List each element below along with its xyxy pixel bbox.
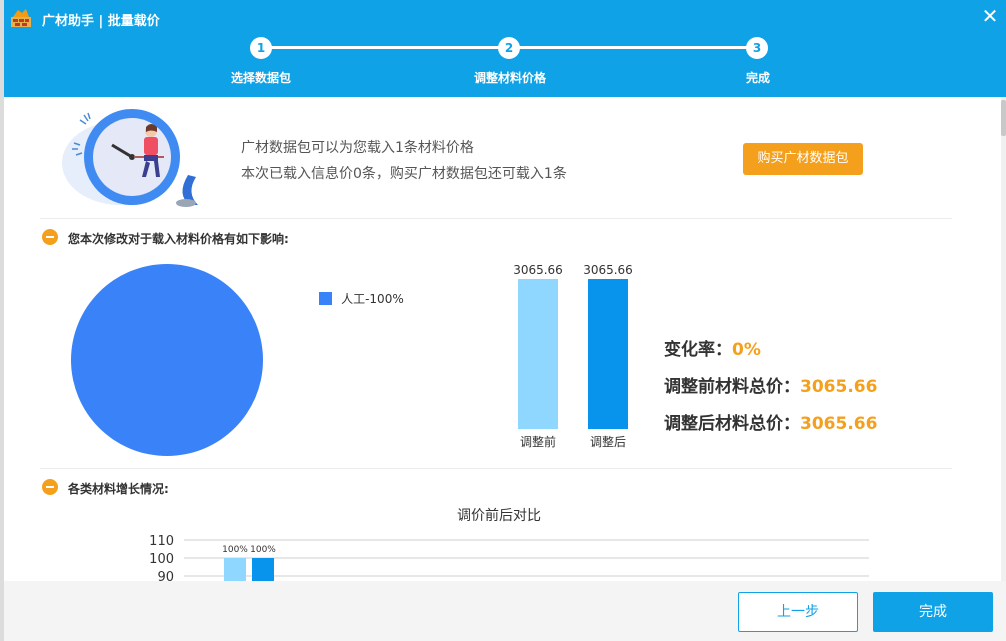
step-3-dot: 3 <box>746 37 768 59</box>
change-rate-value: 0% <box>732 340 761 360</box>
growth-y-tick-1: 110 <box>149 534 174 549</box>
pie-legend: 人工-100% <box>319 288 404 307</box>
growth-y-tick-3: 90 <box>157 570 174 581</box>
collapse-section-1-icon[interactable] <box>42 229 58 245</box>
step-3-label: 完成 <box>745 71 770 85</box>
before-total-value: 3065.66 <box>800 377 878 397</box>
compare-bar-1 <box>518 279 558 429</box>
divider-1 <box>40 218 952 219</box>
growth-bar-1 <box>224 558 246 581</box>
buy-data-package-button[interactable]: 购买广材数据包 <box>743 143 863 175</box>
change-rate-stat: 变化率：0% <box>664 335 761 360</box>
compare-bar-value-2: 3065.66 <box>583 263 633 277</box>
close-icon: ✕ <box>981 4 999 28</box>
after-total-label: 调整后材料总价： <box>664 414 800 434</box>
price-compare-bar-chart: 3065.66 调整前 3065.66 调整后 <box>513 263 633 449</box>
scrollbar-thumb[interactable] <box>1001 100 1006 136</box>
dialog-header: 广材助手 | 批量载价 ✕ 1 2 3 选择数据包 调整材料价格 完成 <box>4 0 1006 97</box>
step-2-dot: 2 <box>498 37 520 59</box>
change-rate-label: 变化率： <box>664 340 732 360</box>
dialog-footer: 上一步 完成 <box>4 581 1006 641</box>
batch-price-dialog: 广材助手 | 批量载价 ✕ 1 2 3 选择数据包 调整材料价格 完成 广材数据… <box>4 0 1006 641</box>
pie-legend-label: 人工-100% <box>341 292 404 306</box>
before-total-label: 调整前材料总价： <box>664 377 800 397</box>
step-1-label: 选择数据包 <box>230 71 291 85</box>
growth-bar-label-1: 100% <box>222 545 248 555</box>
close-button[interactable]: ✕ <box>980 6 1000 26</box>
vertical-scrollbar[interactable] <box>1001 97 1006 581</box>
after-total-stat: 调整后材料总价：3065.66 <box>664 409 877 434</box>
step-2-label: 调整材料价格 <box>473 71 546 85</box>
content-area: 广材数据包可以为您载入1条材料价格 本次已载入信息价0条，购买广材数据包还可载入… <box>4 97 1006 581</box>
growth-bar-label-2: 100% <box>250 545 276 555</box>
before-total-stat: 调整前材料总价：3065.66 <box>664 372 877 397</box>
after-total-value: 3065.66 <box>800 414 878 434</box>
pie-slice-labor <box>71 264 263 456</box>
collapse-section-2-icon[interactable] <box>42 479 58 495</box>
window-title: 广材助手 | 批量载价 <box>42 14 160 29</box>
compare-bar-label-1: 调整前 <box>520 434 556 449</box>
section-1-title: 您本次修改对于载入材料价格有如下影响: <box>68 232 289 246</box>
pie-chart <box>71 264 263 456</box>
info-line-1: 广材数据包可以为您载入1条材料价格 <box>241 140 474 156</box>
divider-2 <box>40 468 952 469</box>
info-line-2: 本次已载入信息价0条，购买广材数据包还可载入1条 <box>241 166 567 182</box>
growth-bar-chart: 调价前后对比 110 100 90 100% 100% <box>149 507 869 581</box>
app-logo-icon <box>11 9 31 27</box>
growth-chart-title: 调价前后对比 <box>457 507 541 524</box>
growth-y-tick-2: 100 <box>149 552 174 567</box>
previous-step-button[interactable]: 上一步 <box>738 592 858 632</box>
growth-bar-2 <box>252 558 274 581</box>
finish-button[interactable]: 完成 <box>873 592 993 632</box>
compare-bar-value-1: 3065.66 <box>513 263 563 277</box>
clock-illustration-icon <box>62 109 198 207</box>
compare-bar-2 <box>588 279 628 429</box>
step-1-dot: 1 <box>250 37 272 59</box>
pie-legend-swatch <box>319 292 332 305</box>
compare-bar-label-2: 调整后 <box>590 434 626 449</box>
section-2-title: 各类材料增长情况: <box>68 482 169 496</box>
